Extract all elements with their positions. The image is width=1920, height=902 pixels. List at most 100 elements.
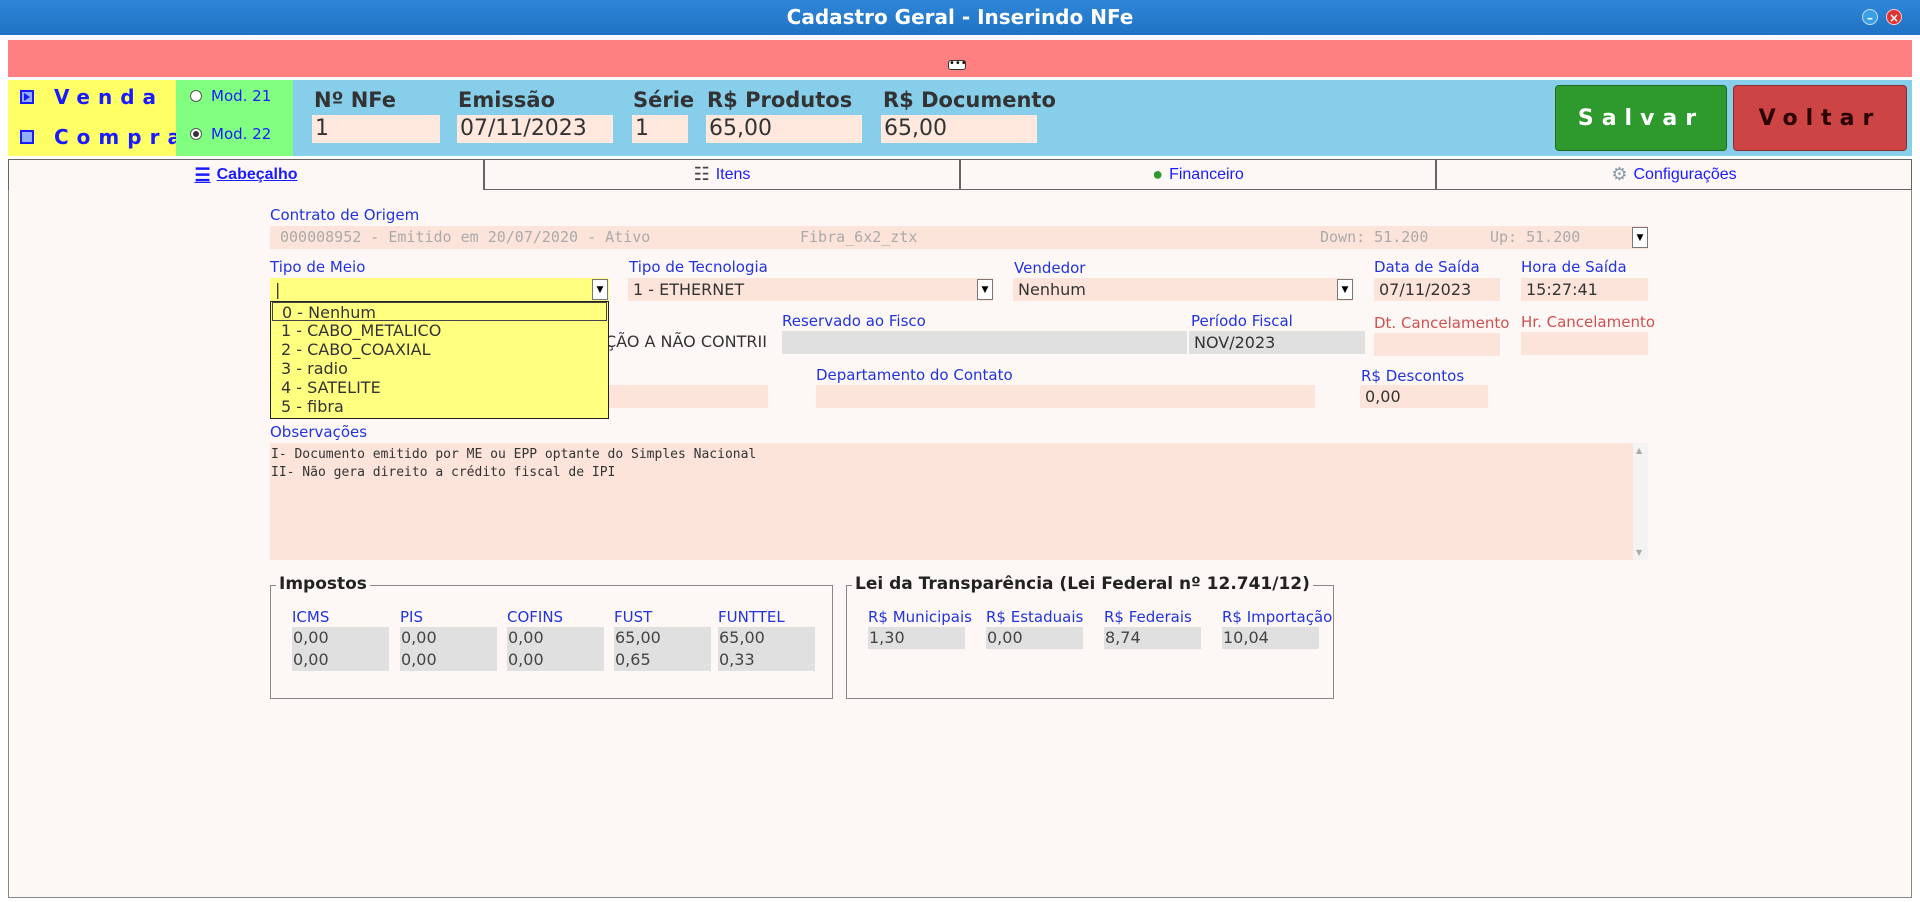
minimize-icon[interactable]: – — [1862, 9, 1878, 25]
periodo-input[interactable]: NOV/2023 — [1189, 331, 1365, 354]
funttel-valor: 0,33 — [718, 649, 815, 671]
federais-label: R$ Federais — [1104, 608, 1192, 626]
funttel-base: 65,00 — [718, 627, 815, 649]
federais-value: 8,74 — [1104, 627, 1201, 649]
venda-option[interactable]: Venda — [20, 84, 170, 110]
observacoes-textarea[interactable]: I- Documento emitido por ME ou EPP optan… — [270, 443, 1648, 560]
contrato-value: 000008952 - Emitido em 20/07/2020 - Ativ… — [280, 228, 651, 246]
venda-label: Venda — [54, 85, 164, 109]
funttel-label: FUNTTEL — [718, 608, 785, 626]
fust-label: FUST — [614, 608, 653, 626]
serie-label: Série — [633, 88, 695, 112]
window-title-bar: Cadastro Geral - Inserindo NFe — [0, 0, 1920, 35]
data-saida-input[interactable]: 07/11/2023 — [1374, 278, 1500, 301]
compra-label: Compra — [54, 125, 189, 149]
chevron-down-icon[interactable]: ▼ — [592, 279, 608, 300]
descontos-input[interactable]: 0,00 — [1360, 385, 1488, 408]
pis-valor: 0,00 — [400, 649, 497, 671]
tipo-meio-input[interactable]: | — [270, 278, 609, 301]
mod22-label: Mod. 22 — [211, 125, 272, 143]
voltar-button[interactable]: Voltar — [1733, 85, 1907, 151]
importacao-value: 10,04 — [1222, 627, 1319, 649]
fust-base: 65,00 — [614, 627, 711, 649]
estaduais-value: 0,00 — [986, 627, 1083, 649]
impostos-title: Impostos — [276, 574, 370, 594]
observacoes-line: I- Documento emitido por ME ou EPP optan… — [271, 447, 757, 462]
cofins-label: COFINS — [507, 608, 564, 626]
hora-saida-input[interactable]: 15:27:41 — [1521, 278, 1648, 301]
chevron-down-icon[interactable]: ▼ — [1636, 548, 1642, 557]
data-saida-label: Data de Saída — [1374, 258, 1480, 276]
estaduais-label: R$ Estaduais — [986, 608, 1084, 626]
cofins-valor: 0,00 — [507, 649, 604, 671]
pis-base: 0,00 — [400, 627, 497, 649]
mod21-label: Mod. 21 — [211, 87, 272, 105]
gears-icon: ⚙ — [1611, 164, 1628, 184]
periodo-label: Período Fiscal — [1191, 312, 1293, 330]
tab-itens-label: Itens — [715, 165, 751, 183]
icms-label: ICMS — [292, 608, 330, 626]
hr-cancel-input[interactable] — [1521, 332, 1648, 355]
serie-input[interactable]: 1 — [632, 115, 688, 143]
tecnologia-select[interactable]: 1 - ETHERNET — [628, 278, 993, 301]
reservado-input[interactable] — [782, 331, 1187, 354]
tab-itens[interactable]: ☷ Itens — [484, 159, 960, 190]
chevron-up-icon[interactable]: ▲ — [1636, 446, 1642, 455]
cfop-field[interactable]: ÇÃO A NÃO CONTRII — [600, 330, 780, 353]
contrato-plano: Fibra_6x2_ztx — [800, 228, 918, 246]
icms-base: 0,00 — [292, 627, 389, 649]
radio-mod21[interactable]: Mod. 21 — [190, 87, 271, 105]
list-box-icon: ☰ — [194, 164, 211, 185]
chevron-down-icon[interactable]: ▼ — [1632, 227, 1648, 248]
contrato-select[interactable]: 000008952 - Emitido em 20/07/2020 - Ativ… — [270, 226, 1648, 249]
dropdown-option[interactable]: 4 - SATELITE — [281, 378, 381, 397]
tab-cabecalho[interactable]: ☰ Cabeçalho — [8, 159, 484, 190]
pis-label: PIS — [400, 608, 423, 626]
hora-saida-label: Hora de Saída — [1521, 258, 1627, 276]
municipais-label: R$ Municipais — [868, 608, 972, 626]
cofins-base: 0,00 — [507, 627, 604, 649]
dt-cancel-label: Dt. Cancelamento — [1374, 314, 1510, 332]
observacoes-scrollbar[interactable]: ▲ ▼ — [1633, 443, 1648, 560]
produtos-input[interactable]: 65,00 — [706, 115, 862, 143]
tab-configuracoes-label: Configurações — [1633, 165, 1737, 183]
tipo-meio-label: Tipo de Meio — [270, 258, 366, 276]
radio-mod22[interactable]: Mod. 22 — [190, 125, 271, 143]
tab-financeiro-label: Financeiro — [1169, 165, 1244, 183]
close-icon[interactable]: × — [1886, 9, 1902, 25]
nfe-number-label: Nº NFe — [314, 88, 397, 112]
window-title: Cadastro Geral - Inserindo NFe — [786, 5, 1134, 29]
documento-label: R$ Documento — [883, 88, 1056, 112]
dropdown-option[interactable]: 0 - Nenhum — [272, 302, 607, 322]
dropdown-option[interactable]: 2 - CABO_COAXIAL — [281, 340, 431, 359]
dropdown-option[interactable]: 5 - fibra — [281, 397, 344, 416]
emissao-input[interactable]: 07/11/2023 — [457, 115, 613, 143]
importacao-label: R$ Importação — [1222, 608, 1333, 626]
chevron-down-icon[interactable]: ▼ — [1337, 279, 1353, 300]
compra-option[interactable]: Compra — [20, 124, 181, 150]
more-options-button[interactable]: ••• — [948, 59, 967, 70]
tab-configuracoes[interactable]: ⚙ Configurações — [1436, 159, 1912, 190]
dropdown-option[interactable]: 1 - CABO_METALICO — [281, 321, 441, 340]
selected-triangle-icon — [20, 90, 34, 104]
vendedor-select[interactable]: Nenhum — [1013, 278, 1353, 301]
contato-input[interactable] — [600, 385, 768, 408]
observacoes-label: Observações — [270, 423, 368, 441]
tab-cabecalho-label: Cabeçalho — [216, 166, 298, 183]
municipais-value: 1,30 — [868, 627, 965, 649]
icms-valor: 0,00 — [292, 649, 389, 671]
radio-icon — [190, 90, 202, 102]
emissao-label: Emissão — [458, 88, 556, 112]
tab-financeiro[interactable]: ● Financeiro — [960, 159, 1436, 190]
money-bag-icon: ● — [1152, 164, 1164, 184]
dt-cancel-input[interactable] — [1374, 333, 1500, 356]
chevron-down-icon[interactable]: ▼ — [977, 279, 993, 300]
departamento-label: Departamento do Contato — [816, 366, 1013, 384]
nfe-number-input[interactable]: 1 — [312, 115, 440, 143]
contrato-down: Down: 51.200 — [1320, 228, 1429, 246]
documento-input[interactable]: 65,00 — [881, 115, 1037, 143]
departamento-input[interactable] — [816, 385, 1315, 408]
salvar-button[interactable]: Salvar — [1555, 85, 1727, 151]
square-icon — [20, 130, 34, 144]
dropdown-option[interactable]: 3 - radio — [281, 359, 348, 378]
